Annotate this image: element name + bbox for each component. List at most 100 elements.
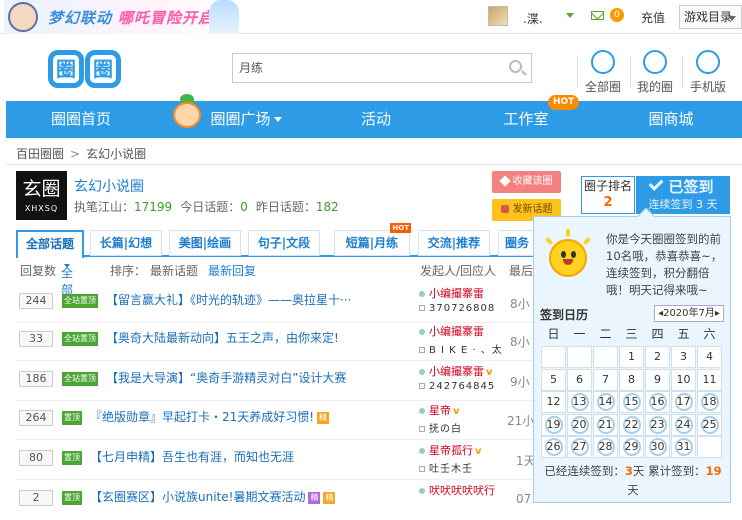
calendar-day[interactable]: 7 — [593, 368, 618, 391]
tab-exchange[interactable]: 交流|推荐 — [418, 230, 490, 256]
topic-title[interactable]: 【我是大导演】“奥奇手游精灵对白”设计大赛 — [106, 369, 346, 386]
banner-character-icon — [8, 2, 38, 32]
calendar-day[interactable]: 1 — [619, 346, 644, 368]
user-name[interactable]: .渫. — [523, 10, 543, 27]
list-header: 回复数 全部 排序： 最新话题 最新回复 发起人/回应人 最后 — [16, 260, 542, 297]
recharge-link[interactable]: 充值 — [641, 9, 665, 26]
favorite-circle-button[interactable]: 收藏该圈 — [492, 171, 561, 193]
calendar-day[interactable]: 9 — [645, 368, 670, 391]
site-logo[interactable]: 圈 圈 — [48, 50, 123, 90]
calendar-day[interactable]: 21 — [593, 413, 618, 436]
calendar-day[interactable]: 3 — [671, 346, 696, 368]
quick-link-mobile[interactable]: 手机版 — [683, 50, 733, 95]
calendar-day[interactable]: 25 — [697, 413, 722, 436]
table-row[interactable]: 2 置顶 【玄圈赛区】小说族unite!暑期文赛活动精精 吠吠吠吠吠行 07 — [16, 480, 542, 520]
replier[interactable]: 吐壬木壬 — [419, 460, 473, 475]
author[interactable]: 小编撮寨雷 — [419, 323, 484, 339]
nav-home[interactable]: 圈圈首页 — [46, 101, 116, 138]
calendar-day[interactable]: 22 — [619, 413, 644, 436]
calendar-day[interactable]: 28 — [593, 436, 618, 458]
calendar-day[interactable]: 14 — [593, 391, 618, 413]
calendar-day[interactable]: 24 — [671, 413, 696, 436]
calendar-month-picker[interactable]: ◂2020年7月▸ — [654, 305, 724, 322]
table-row[interactable]: 80 置顶 【七月申精】吾生也有涯，而知也无涯 星帝孤行 v 吐壬木壬 1天 — [16, 440, 542, 480]
tab-art[interactable]: 美图|绘画 — [169, 230, 241, 256]
calendar-day[interactable]: 13 — [567, 391, 592, 413]
calendar-day[interactable]: 17 — [671, 391, 696, 413]
yesterday-label: 昨日话题： — [255, 200, 316, 214]
calendar-day[interactable]: 4 — [697, 346, 722, 368]
calendar-day[interactable]: 8 — [619, 368, 644, 391]
avatar[interactable] — [488, 6, 508, 26]
chevron-down-icon[interactable] — [566, 13, 574, 18]
tab-affairs[interactable]: 圈务 — [498, 230, 536, 256]
checkin-button[interactable]: 已签到 连续签到 3 天 — [636, 176, 730, 214]
nav-square[interactable]: 圈圈广场 — [206, 101, 286, 138]
author[interactable]: 星帝 v — [419, 402, 460, 418]
tab-short-monthly[interactable]: 短篇|月练 HOT — [334, 223, 411, 256]
calendar-day[interactable]: 5 — [541, 368, 566, 391]
topic-title[interactable]: 【留言赢大礼】《时光的轨迹》——奥拉星十··· — [106, 291, 351, 308]
circle-title[interactable]: 玄幻小说圈 — [74, 176, 144, 196]
author[interactable]: 吠吠吠吠吠行 — [419, 482, 495, 498]
topic-title[interactable]: 【玄圈赛区】小说族unite!暑期文赛活动精精 — [90, 488, 336, 505]
calendar-day[interactable]: 26 — [541, 436, 566, 458]
breadcrumb-home[interactable]: 百田圈圈 — [16, 147, 64, 161]
tab-long-fantasy[interactable]: 长篇|幻想 — [90, 230, 162, 256]
calendar-day[interactable]: 27 — [567, 436, 592, 458]
game-directory-select[interactable]: 游戏目录 — [679, 5, 742, 29]
calendar-day[interactable]: 19 — [541, 413, 566, 436]
calendar-day[interactable]: 10 — [671, 368, 696, 391]
calendar-day[interactable]: 11 — [697, 368, 722, 391]
sort-latest-topic[interactable]: 最新话题 — [150, 262, 198, 279]
search-icon[interactable] — [509, 60, 522, 73]
calendar-empty-cell — [697, 436, 722, 458]
author[interactable]: 小编撮寨雷 — [419, 285, 484, 301]
calendar-empty-cell — [567, 346, 592, 368]
circle-rank[interactable]: 圈子排名 2 — [581, 176, 635, 214]
calendar-day[interactable]: 29 — [619, 436, 644, 458]
signed-day-marker: 24 — [674, 415, 693, 434]
sort-latest-reply[interactable]: 最新回复 — [208, 262, 256, 279]
tab-all[interactable]: 全部话题 — [16, 230, 84, 258]
last-time: 9小 — [510, 375, 530, 389]
calendar-day[interactable]: 23 — [645, 413, 670, 436]
mail-icon[interactable] — [591, 11, 604, 20]
replier[interactable]: B I K E · 、太 — [419, 341, 503, 356]
search-input[interactable]: 月练 — [232, 53, 532, 83]
calendar-day[interactable]: 31 — [671, 436, 696, 458]
tab-sentences[interactable]: 句子|文段 — [248, 230, 320, 256]
table-row[interactable]: 244 全站置顶 【留言赢大礼】《时光的轨迹》——奥拉星十··· 小编撮寨雷 3… — [16, 283, 542, 323]
table-row[interactable]: 186 全站置顶 【我是大导演】“奥奇手游精灵对白”设计大赛 小编撮寨雷 v 24… — [16, 361, 542, 401]
calendar-day[interactable]: 20 — [567, 413, 592, 436]
nav-activity[interactable]: 活动 — [356, 101, 396, 138]
calendar-day[interactable]: 15 — [619, 391, 644, 413]
nav-studio[interactable]: 工作室 HOT — [496, 95, 580, 138]
table-row[interactable]: 33 全站置顶 【奥奇大陆最新动向】五王之声，由你来定! 小编撮寨雷 B I K… — [16, 321, 542, 361]
author[interactable]: 星帝孤行 v — [419, 442, 482, 458]
pin-tag: 全站置顶 — [62, 332, 98, 346]
circle-logo[interactable]: 玄圈 XHXSQ — [16, 171, 67, 220]
quick-link-my-circles[interactable]: 我的圈 — [630, 50, 680, 95]
circle-stats: 执笔江山：17199 今日话题：0 昨日话题：182 — [74, 198, 339, 215]
replier[interactable]: 370726808 — [419, 303, 495, 314]
calendar-day[interactable]: 6 — [567, 368, 592, 391]
replier[interactable]: 242764845 — [419, 381, 495, 392]
table-row[interactable]: 264 置顶 『绝版勋章』早起打卡・21天养成好习惯! 精 星帝 v 抚の白 21小 — [16, 400, 542, 440]
nav-mall[interactable]: 圈商城 — [641, 101, 701, 138]
calendar-day[interactable]: 2 — [645, 346, 670, 368]
author[interactable]: 小编撮寨雷 v — [419, 363, 493, 379]
replier[interactable]: 抚の白 — [419, 420, 462, 435]
quick-link-all-circles[interactable]: 全部圈 — [578, 50, 628, 95]
sun-eye — [571, 251, 576, 258]
calendar-day[interactable]: 12 — [541, 391, 566, 413]
breadcrumb-current[interactable]: 玄幻小说圈 — [86, 147, 146, 161]
verified-icon: v — [453, 406, 460, 417]
calendar-day[interactable]: 16 — [645, 391, 670, 413]
game-banner[interactable]: 梦幻联动 哪吒冒险开启 — [4, 0, 240, 34]
calendar-day[interactable]: 30 — [645, 436, 670, 458]
topic-title[interactable]: 『绝版勋章』早起打卡・21天养成好习惯! 精 — [90, 408, 330, 425]
topic-title[interactable]: 【七月申精】吾生也有涯，而知也无涯 — [90, 448, 294, 465]
topic-title[interactable]: 【奥奇大陆最新动向】五王之声，由你来定! — [106, 329, 339, 346]
calendar-day[interactable]: 18 — [697, 391, 722, 413]
